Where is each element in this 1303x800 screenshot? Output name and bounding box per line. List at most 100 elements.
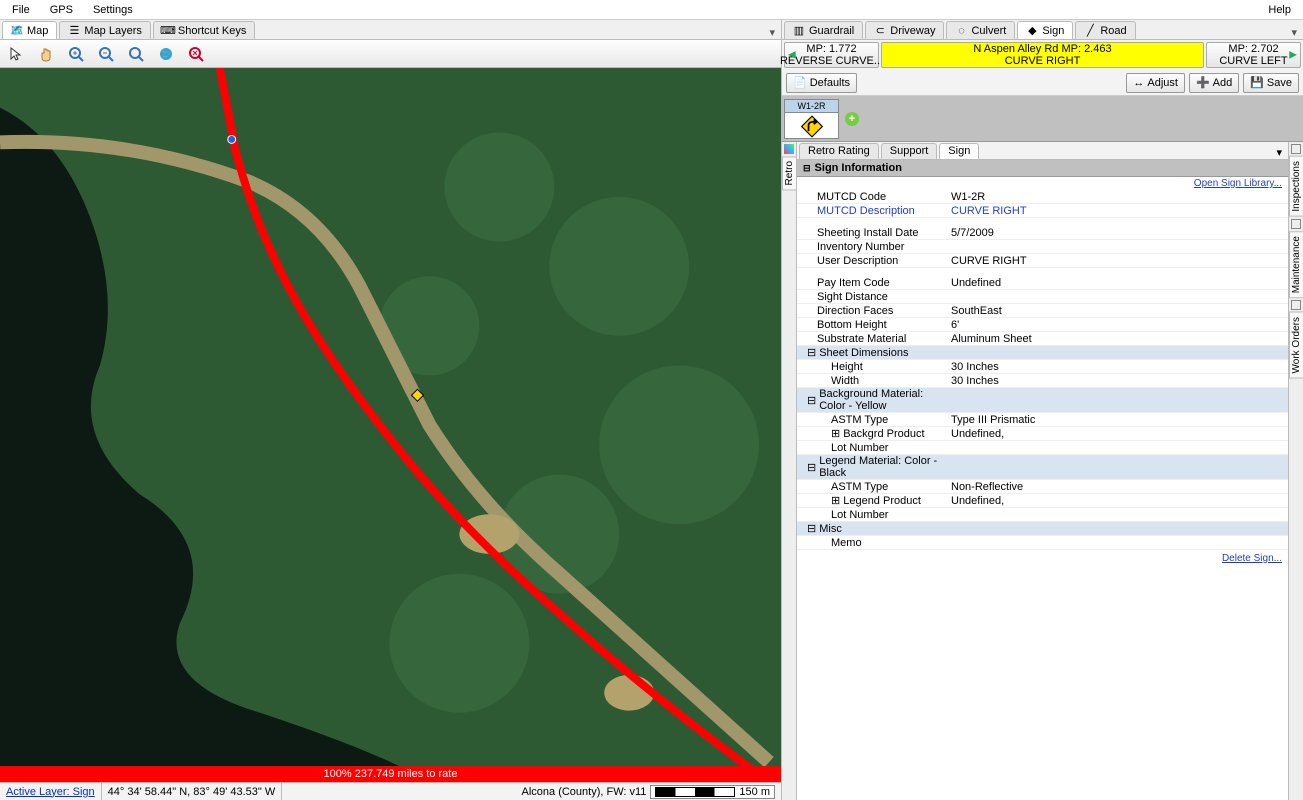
- document-icon: 📄: [793, 76, 807, 89]
- zoom-out-tool[interactable]: [94, 42, 118, 66]
- group-background-material[interactable]: ⊟Background Material: Color - Yellow: [797, 388, 947, 412]
- map-toolbar: [0, 40, 781, 68]
- menu-file[interactable]: File: [2, 2, 40, 18]
- sign-icon: ◆: [1026, 25, 1038, 37]
- minus-icon: ⊟: [807, 522, 816, 535]
- left-vertical-tabs: Retro: [782, 142, 797, 800]
- prop-tabs-overflow[interactable]: ▾: [1270, 146, 1288, 159]
- field-user-description[interactable]: CURVE RIGHT: [947, 255, 1288, 267]
- left-tabs-overflow[interactable]: ▾: [763, 26, 781, 39]
- nav-current[interactable]: N Aspen Alley Rd MP: 2.463 CURVE RIGHT: [881, 42, 1204, 68]
- prop-tab-sign[interactable]: Sign: [939, 143, 979, 159]
- right-vertical-tabs: Inspections Maintenance Work Orders: [1288, 142, 1303, 800]
- globe-tool[interactable]: [154, 42, 178, 66]
- minus-icon: ⊟: [807, 346, 816, 359]
- plus-icon: ➕: [1196, 76, 1210, 89]
- field-mutcd-code[interactable]: W1-2R: [947, 191, 1288, 203]
- delete-sign-link[interactable]: Delete Sign...: [1222, 553, 1282, 564]
- prop-tab-retro-rating[interactable]: Retro Rating: [799, 143, 879, 159]
- square-icon: [1291, 144, 1301, 154]
- zoom-in-tool[interactable]: [64, 42, 88, 66]
- nav-prev[interactable]: ◀ MP: 1.772 REVERSE CURVE...: [784, 42, 879, 68]
- tab-sign[interactable]: ◆Sign: [1017, 21, 1073, 39]
- map-icon: 🗺️: [11, 25, 23, 37]
- tab-map-layers[interactable]: ☰Map Layers: [59, 21, 150, 39]
- tab-map[interactable]: 🗺️Map: [2, 21, 57, 39]
- minus-icon: ⊟: [807, 394, 816, 407]
- map-canvas[interactable]: 100% 237.749 miles to rate: [0, 68, 781, 782]
- vtab-inspections[interactable]: Inspections: [1289, 156, 1303, 217]
- sign-thumbnail-strip: W1-2R +: [782, 96, 1303, 142]
- save-icon: 💾: [1250, 76, 1264, 89]
- menu-help[interactable]: Help: [1258, 2, 1301, 18]
- field-pay-item-code[interactable]: Undefined: [947, 277, 1288, 289]
- menu-gps[interactable]: GPS: [40, 2, 83, 18]
- sign-property-grid: MUTCD CodeW1-2R MUTCD DescriptionCURVE R…: [797, 190, 1288, 550]
- field-bg-astm[interactable]: Type III Prismatic: [947, 414, 1288, 426]
- scale-bar: [655, 787, 735, 797]
- tab-road[interactable]: ╱Road: [1075, 21, 1135, 39]
- culvert-icon: ◌: [955, 25, 967, 37]
- defaults-button[interactable]: 📄Defaults: [786, 73, 857, 93]
- field-width[interactable]: 30 Inches: [947, 375, 1288, 387]
- action-toolbar: 📄Defaults ↔Adjust ➕Add 💾Save: [782, 70, 1303, 96]
- guardrail-icon: ▥: [793, 25, 805, 37]
- sign-thumbnail[interactable]: W1-2R: [784, 99, 839, 139]
- vtab-work-orders[interactable]: Work Orders: [1289, 312, 1303, 379]
- plus-box-icon: ⊞: [831, 494, 840, 507]
- zoom-extents-tool[interactable]: [124, 42, 148, 66]
- active-layer-link[interactable]: Active Layer: Sign: [6, 786, 95, 798]
- menu-settings[interactable]: Settings: [83, 2, 143, 18]
- vtab-maintenance[interactable]: Maintenance: [1289, 231, 1303, 298]
- pan-tool[interactable]: [34, 42, 58, 66]
- tab-culvert[interactable]: ◌Culvert: [946, 21, 1015, 39]
- group-sheet-dimensions[interactable]: ⊟Sheet Dimensions: [797, 346, 947, 359]
- field-bottom-height[interactable]: 6': [947, 319, 1288, 331]
- refresh-tool[interactable]: [184, 42, 208, 66]
- field-legend-astm[interactable]: Non-Reflective: [947, 481, 1288, 493]
- field-bg-product[interactable]: Undefined,: [947, 428, 1288, 440]
- field-direction-faces[interactable]: SouthEast: [947, 305, 1288, 317]
- curve-right-sign-icon: [799, 115, 825, 138]
- pointer-tool[interactable]: [4, 42, 28, 66]
- prop-tab-support[interactable]: Support: [881, 143, 938, 159]
- driveway-icon: ⊂: [874, 25, 886, 37]
- add-sign-button[interactable]: +: [845, 112, 859, 126]
- milepost-nav: ◀ MP: 1.772 REVERSE CURVE... N Aspen All…: [782, 40, 1303, 70]
- section-sign-information[interactable]: ⊟ Sign Information: [797, 160, 1288, 177]
- nav-next[interactable]: ▶ MP: 2.702 CURVE LEFT: [1206, 42, 1301, 68]
- open-sign-library-link[interactable]: Open Sign Library...: [1194, 178, 1282, 189]
- status-region: Alcona (County), FW: v11: [522, 786, 647, 798]
- right-tabs-overflow[interactable]: ▾: [1285, 26, 1303, 39]
- keyboard-icon: ⌨: [162, 25, 174, 37]
- group-bg-product[interactable]: ⊞Backgrd Product: [797, 427, 947, 440]
- square-icon: [1291, 219, 1301, 229]
- collapse-icon: ⊟: [803, 163, 811, 174]
- status-scale: 150 m: [739, 786, 770, 798]
- plus-box-icon: ⊞: [831, 427, 840, 440]
- tab-shortcut-keys[interactable]: ⌨Shortcut Keys: [153, 21, 255, 39]
- statusbar: Active Layer: Sign 44° 34' 58.44" N, 83°…: [0, 782, 781, 800]
- group-misc[interactable]: ⊟Misc: [797, 522, 947, 535]
- field-install-date[interactable]: 5/7/2009: [947, 227, 1288, 239]
- tab-guardrail[interactable]: ▥Guardrail: [784, 21, 863, 39]
- square-icon: [1291, 300, 1301, 310]
- chevron-left-icon: ◀: [788, 50, 796, 61]
- layers-icon: ☰: [68, 25, 80, 37]
- road-icon: ╱: [1084, 25, 1096, 37]
- field-legend-product[interactable]: Undefined,: [947, 495, 1288, 507]
- field-mutcd-description[interactable]: CURVE RIGHT: [947, 205, 1288, 217]
- chevron-right-icon: ▶: [1289, 50, 1297, 61]
- adjust-icon: ↔: [1133, 77, 1144, 89]
- right-tabstrip: ▥Guardrail ⊂Driveway ◌Culvert ◆Sign ╱Roa…: [782, 20, 1303, 40]
- field-substrate[interactable]: Aluminum Sheet: [947, 333, 1288, 345]
- adjust-button[interactable]: ↔Adjust: [1126, 73, 1185, 93]
- save-button[interactable]: 💾Save: [1243, 73, 1299, 93]
- tab-driveway[interactable]: ⊂Driveway: [865, 21, 944, 39]
- group-legend-product[interactable]: ⊞Legend Product: [797, 494, 947, 507]
- field-height[interactable]: 30 Inches: [947, 361, 1288, 373]
- add-button[interactable]: ➕Add: [1189, 73, 1239, 93]
- vtab-retro[interactable]: Retro: [782, 156, 797, 190]
- group-legend-material[interactable]: ⊟Legend Material: Color - Black: [797, 455, 947, 479]
- left-tabstrip: 🗺️Map ☰Map Layers ⌨Shortcut Keys ▾: [0, 20, 781, 40]
